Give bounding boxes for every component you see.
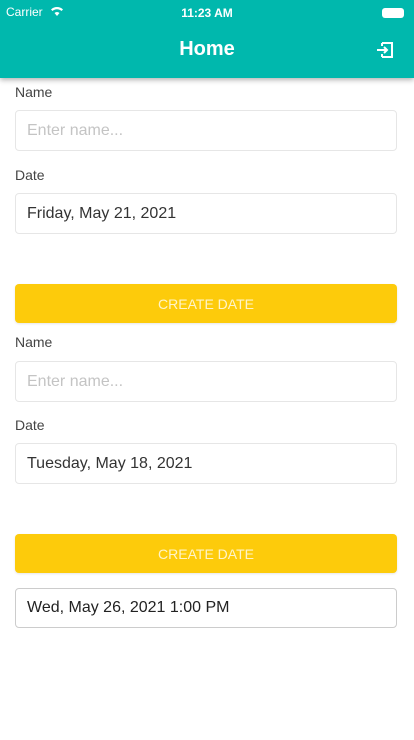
create-date-button[interactable]: CREATE DATE [15, 284, 397, 323]
date-label: Date [15, 417, 45, 433]
date-label: Date [15, 167, 45, 183]
page-title: Home [179, 38, 235, 60]
create-date-button[interactable]: CREATE DATE [15, 534, 397, 573]
name-label: Name [15, 84, 53, 100]
date-input[interactable]: Friday, May 21, 2021 [15, 193, 397, 234]
nav-header: Carrier 11:23 AM Home [0, 0, 414, 78]
name-label: Name [15, 334, 53, 350]
clock: 11:23 AM [181, 6, 233, 20]
date-input[interactable]: Tuesday, May 18, 2021 [15, 443, 397, 484]
datetime-picker[interactable]: Wed, May 26, 2021 1:00 PM [15, 588, 397, 628]
name-input[interactable]: Enter name... [15, 110, 397, 151]
logout-icon[interactable] [375, 40, 395, 60]
battery-icon [382, 8, 404, 18]
name-input[interactable]: Enter name... [15, 361, 397, 402]
